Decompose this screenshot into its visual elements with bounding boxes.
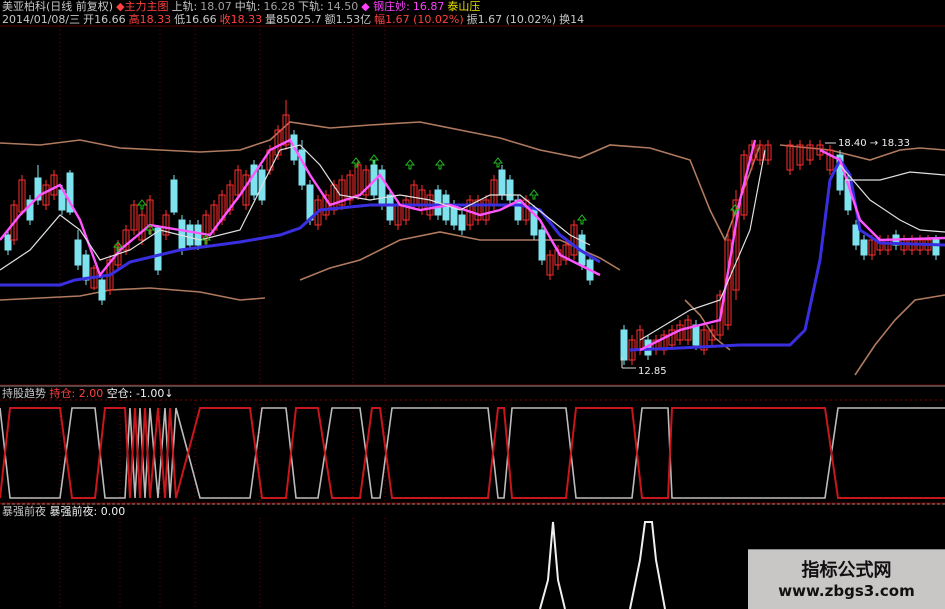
green-up-arrow-icon [528, 189, 540, 200]
hold-trend-panel[interactable] [0, 407, 945, 499]
hold-trend-title: 持股趋势 [2, 387, 46, 400]
candle-body [82, 254, 90, 281]
candle-body [620, 329, 628, 361]
ma-line-magenta [639, 139, 757, 352]
green-up-arrow-icon [576, 214, 588, 225]
hold-label: 持仓: [49, 387, 76, 400]
green-up-arrow-icon [434, 159, 446, 170]
high-price-label: 18.40 → 18.33 [838, 138, 910, 149]
grid-lines [0, 25, 945, 609]
hold-position-line [0, 407, 945, 499]
stock-chart-window: 美亚柏科(日线 前复权) ◆主力主图 上轨: 18.07 中轨: 16.28 下轨: 14.5… [0, 0, 945, 609]
watermark-title: 指标公式网 [801, 560, 892, 581]
candle-body [74, 239, 82, 266]
candlesticks[interactable] [4, 100, 940, 365]
low-price-label: 12.85 [638, 366, 667, 377]
empty-value: -1.00 [135, 387, 165, 400]
lower-band-line [854, 294, 945, 376]
candle-body [154, 227, 162, 271]
watermark-badge: 指标公式网 www.zbgs3.com [748, 549, 945, 609]
strong-eve-label: 暴强前夜: [49, 505, 98, 518]
strong-eve-panel[interactable] [539, 521, 666, 609]
candle-body [194, 224, 202, 246]
candle-body [186, 224, 194, 246]
strong-eve-title: 暴强前夜 [2, 505, 46, 518]
candle-body [860, 239, 868, 256]
strong-eve-value: 0.00 [100, 505, 126, 518]
strong-eve-spike [539, 521, 566, 609]
trend-line-blue [629, 157, 945, 352]
arrow-down-icon: ↓ [164, 387, 174, 400]
lower-band-line [299, 231, 621, 281]
strong-eve-header: 暴强前夜 暴强前夜: 0.00 [2, 505, 125, 518]
candle-body [306, 184, 314, 221]
price-annotations [621, 142, 836, 369]
candle-body [932, 239, 940, 256]
green-up-arrow-icon [350, 157, 362, 168]
empty-label: 空仓: [106, 387, 133, 400]
green-up-arrow-icon [404, 159, 416, 170]
candle-body [692, 324, 700, 346]
candle-body [506, 179, 514, 201]
chart-canvas[interactable] [0, 0, 945, 609]
candle-body [170, 179, 178, 213]
hold-trend-header: 持股趋势 持仓: 2.00 空仓: -1.00↓ [2, 387, 174, 400]
green-up-arrow-icon [492, 157, 504, 168]
candle-body [386, 194, 394, 221]
candle-body [852, 224, 860, 246]
ma-line-white [0, 144, 591, 271]
strong-eve-spike [629, 521, 666, 609]
hold-value: 2.00 [78, 387, 104, 400]
candle-body [458, 214, 466, 231]
candle-body [538, 229, 546, 261]
green-up-arrow-icon [136, 199, 148, 210]
ma-line-white [845, 171, 945, 181]
candle-body [498, 169, 506, 196]
candle-body [442, 194, 450, 221]
watermark-url: www.zbgs3.com [778, 582, 915, 600]
candle-body [98, 279, 106, 301]
lower-band-line [0, 287, 266, 301]
candle-body [4, 234, 12, 251]
